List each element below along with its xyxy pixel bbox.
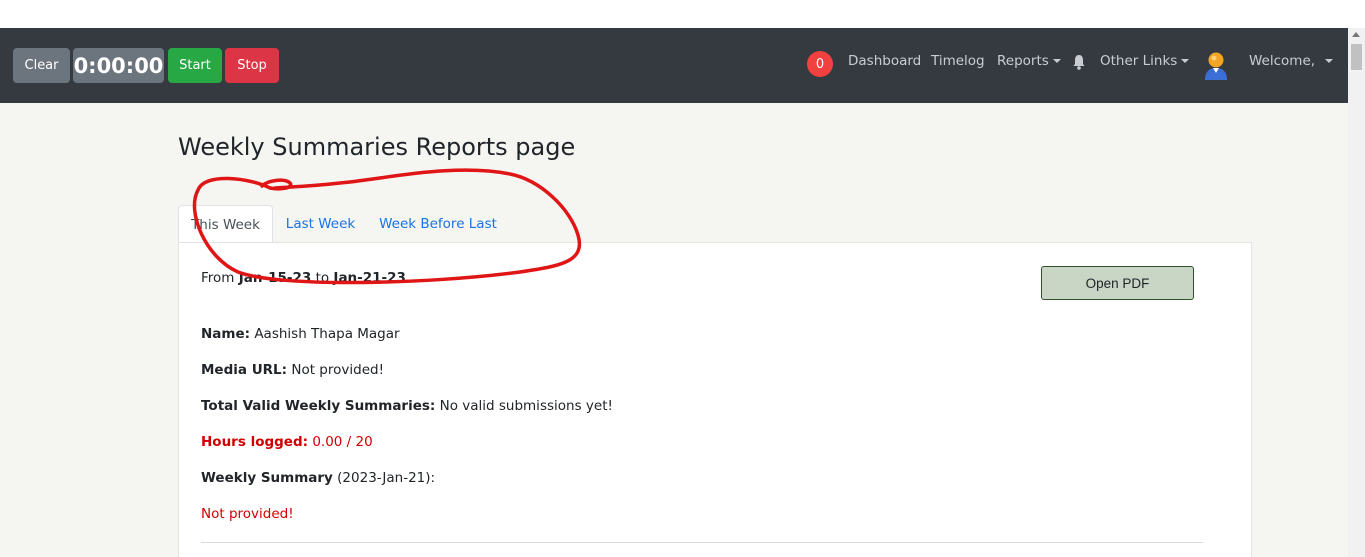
total-summaries-row: Total Valid Weekly Summaries: No valid s… xyxy=(201,398,613,414)
nav-reports-dropdown[interactable]: Reports xyxy=(997,53,1061,69)
total-summaries-value: No valid submissions yet! xyxy=(435,398,613,414)
date-range-start: Jan-15-23 xyxy=(238,270,312,286)
section-divider xyxy=(201,542,1203,543)
weekly-summary-date: (2023-Jan-21): xyxy=(332,470,436,486)
chevron-down-icon xyxy=(1052,59,1061,63)
window-top-bar xyxy=(0,0,1365,28)
user-avatar-icon[interactable] xyxy=(1202,50,1230,80)
date-range: From Jan-15-23 to Jan-21-23 xyxy=(201,270,406,286)
open-pdf-button[interactable]: Open PDF xyxy=(1041,266,1194,300)
weekly-summary-value: Not provided! xyxy=(201,506,294,522)
weekly-summary-label: Weekly Summary xyxy=(201,470,333,486)
scroll-up-arrow-icon[interactable] xyxy=(1352,32,1360,37)
name-value: Aashish Thapa Magar xyxy=(250,326,400,342)
chevron-down-icon xyxy=(1181,59,1190,63)
date-range-from-prefix: From xyxy=(201,270,239,286)
nav-other-links-dropdown[interactable]: Other Links xyxy=(1100,53,1190,69)
date-range-end: Jan-21-23 xyxy=(333,270,406,286)
nav-timelog-link[interactable]: Timelog xyxy=(931,53,985,69)
nav-welcome-dropdown[interactable]: Welcome, xyxy=(1249,53,1334,69)
name-row: Name: Aashish Thapa Magar xyxy=(201,326,400,342)
scrollbar-thumb[interactable] xyxy=(1351,44,1362,70)
page-title: Weekly Summaries Reports page xyxy=(178,133,576,161)
tab-this-week[interactable]: This Week xyxy=(178,205,273,243)
nav-welcome-label: Welcome, xyxy=(1249,53,1316,69)
stop-button[interactable]: Stop xyxy=(225,48,279,83)
page-scrollbar[interactable] xyxy=(1348,28,1365,557)
weekly-report-panel: From Jan-15-23 to Jan-21-23 Open PDF Nam… xyxy=(178,242,1252,557)
hours-logged-value: 0.00 / 20 xyxy=(308,434,373,450)
hours-logged-row: Hours logged: 0.00 / 20 xyxy=(201,434,373,450)
media-url-label: Media URL: xyxy=(201,362,288,378)
total-summaries-label: Total Valid Weekly Summaries: xyxy=(201,398,436,414)
nav-reports-label: Reports xyxy=(997,53,1049,69)
date-range-to-word: to xyxy=(311,270,334,286)
chevron-down-icon xyxy=(1325,59,1334,63)
name-label: Name: xyxy=(201,326,251,342)
top-navbar: Clear 0:00:00 Start Stop 0 Dashboard Tim… xyxy=(0,28,1348,103)
start-button[interactable]: Start xyxy=(168,48,222,83)
nav-other-links-label: Other Links xyxy=(1100,53,1178,69)
weekly-summary-row: Weekly Summary (2023-Jan-21): xyxy=(201,470,435,486)
timer-display: 0:00:00 xyxy=(73,48,164,83)
clear-button[interactable]: Clear xyxy=(13,48,70,83)
bell-icon[interactable] xyxy=(1072,54,1086,70)
notification-count-badge[interactable]: 0 xyxy=(807,51,833,77)
nav-dashboard-link[interactable]: Dashboard xyxy=(848,53,921,69)
media-url-value: Not provided! xyxy=(287,362,384,378)
hours-logged-label: Hours logged: xyxy=(201,434,309,450)
media-url-row: Media URL: Not provided! xyxy=(201,362,384,378)
tab-last-week[interactable]: Last Week xyxy=(273,205,368,243)
tab-week-before-last[interactable]: Week Before Last xyxy=(373,205,503,243)
main-content: Weekly Summaries Reports page This Week … xyxy=(0,103,1348,557)
